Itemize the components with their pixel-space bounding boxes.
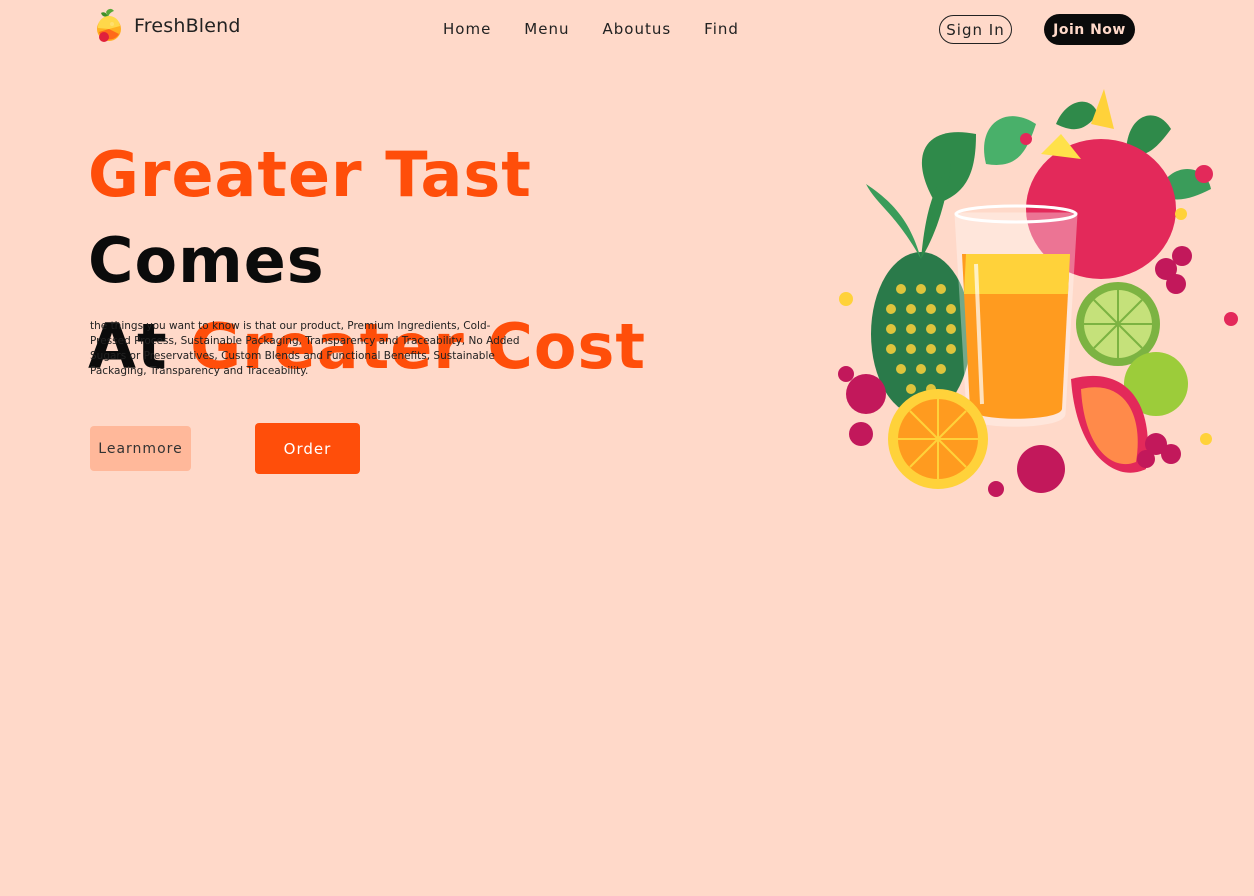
navbar: FreshBlend Home Menu Aboutus Find Sign I…	[0, 0, 1254, 60]
hero-description: the things you want to know is that our …	[90, 320, 520, 377]
fruit-logo-icon	[97, 8, 121, 42]
nav-link-menu[interactable]: Menu	[524, 20, 569, 38]
sign-in-button[interactable]: Sign In	[939, 15, 1012, 44]
order-button[interactable]: Order	[255, 423, 360, 474]
brand[interactable]: FreshBlend	[92, 8, 241, 44]
nav-link-find[interactable]: Find	[704, 20, 739, 38]
nav-link-aboutus[interactable]: Aboutus	[602, 20, 671, 38]
headline-part-1: Greater Tast	[88, 138, 532, 211]
join-now-button[interactable]: Join Now	[1044, 14, 1135, 45]
fruit-juice-illustration	[838, 89, 1238, 497]
headline-part-2: Comes	[88, 224, 325, 297]
nav-link-home[interactable]: Home	[443, 20, 491, 38]
brand-name: FreshBlend	[134, 15, 241, 37]
learn-more-button[interactable]: Learnmore	[90, 426, 191, 471]
main-nav: Home Menu Aboutus Find	[443, 20, 739, 38]
